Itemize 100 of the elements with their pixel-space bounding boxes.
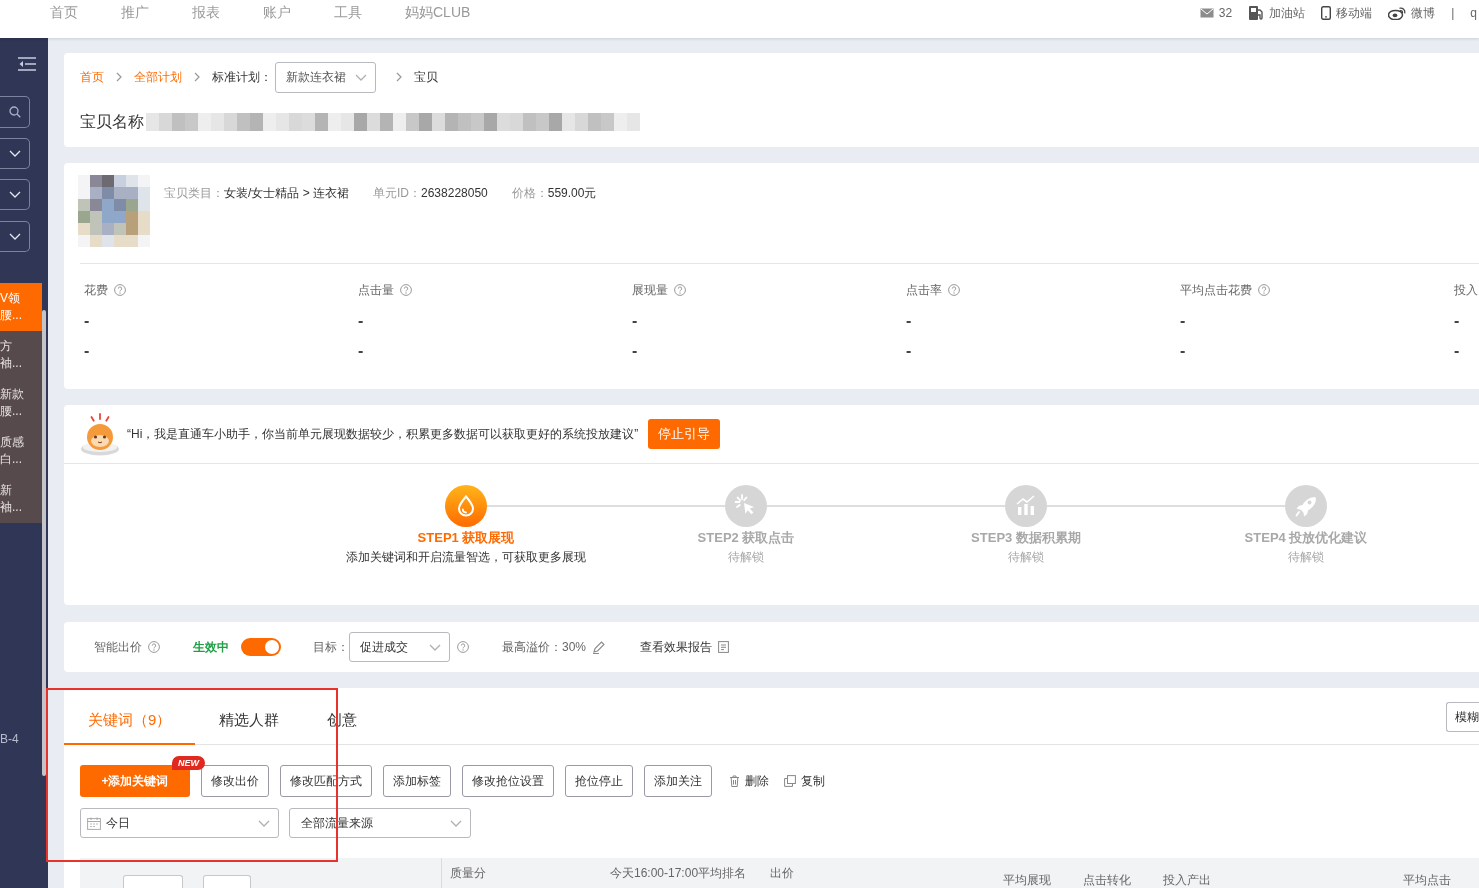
traffic-source-select[interactable]: 全部流量来源: [289, 808, 471, 838]
max-premium-text: 最高溢价：30%: [502, 639, 587, 656]
metric-value: -: [1454, 343, 1460, 359]
metric-value: -: [906, 313, 912, 329]
input-field[interactable]: [203, 875, 251, 888]
envelope-icon: [1199, 8, 1214, 18]
dropdown-field[interactable]: [0, 179, 30, 210]
photo-placeholder: [78, 175, 150, 247]
goal-label: 目标：: [313, 639, 349, 656]
chevron-down-icon: [355, 73, 367, 81]
column-header: 出价: [770, 867, 795, 879]
toolbar-button[interactable]: 抢位停止: [565, 765, 633, 797]
step-note: 添加关键词和开启流量智选，可获取更多展现: [346, 549, 586, 565]
help-icon: [457, 641, 469, 653]
tab[interactable]: 精选人群: [195, 697, 304, 745]
sidebar-item[interactable]: 新款 腰...: [0, 379, 42, 427]
step-note: 待解锁: [1288, 549, 1324, 565]
menu-toggle[interactable]: [18, 57, 36, 71]
pencil-icon: [592, 640, 606, 654]
chevron-right-icon: [194, 72, 200, 82]
trash-icon: [729, 775, 740, 787]
search-icon: [8, 106, 21, 118]
goal-select[interactable]: 促进成交: [349, 632, 450, 662]
metric-value: -: [632, 313, 638, 329]
metric-value: -: [1454, 313, 1460, 329]
social-link[interactable]: 微博: [1388, 5, 1436, 21]
report-link[interactable]: 查看效果报告: [640, 638, 713, 656]
dropdown-field[interactable]: [0, 138, 30, 169]
phone-icon: [1321, 6, 1332, 20]
metric-value: -: [1180, 313, 1186, 329]
toggle-switch[interactable]: [241, 638, 281, 656]
chevron-down-icon: [450, 819, 462, 827]
toolbar-button[interactable]: 添加关注: [644, 765, 712, 797]
metric-value: -: [906, 343, 912, 359]
delete-button[interactable]: 删除: [729, 772, 769, 790]
toolbar-button[interactable]: 添加标签: [383, 765, 451, 797]
menu-icon: [18, 57, 36, 71]
status-text: 生效中: [193, 639, 229, 656]
input-field[interactable]: [123, 875, 183, 888]
document-icon: [718, 641, 730, 653]
assistant-message: “Hi，我是直通车小助手，你当前单元展现数据较少，积累更多数据可以获取更好的系统投放建议”: [127, 426, 639, 443]
metric-value: -: [358, 313, 364, 329]
column-header: 点击转化: [1083, 874, 1132, 886]
product-info-text: 宝贝类目：女装/女士精品 > 连衣裙: [164, 186, 349, 200]
metric-label: 花费: [84, 283, 108, 297]
column-header: 质量分: [450, 867, 487, 879]
step-title: STEP4 投放优化建议: [1244, 530, 1368, 546]
column-header: 平均点击: [1403, 874, 1452, 886]
fuel-pump-icon: [1248, 5, 1265, 21]
toolbar-button[interactable]: 修改抢位设置: [462, 765, 554, 797]
mobile-link[interactable]: 移动端: [1321, 5, 1373, 21]
chevron-right-icon: [116, 72, 122, 82]
column-header: 投入产出: [1163, 874, 1212, 886]
item-title: 宝贝名称: [80, 112, 144, 132]
breadcrumb-text: 宝贝: [414, 69, 438, 86]
chevron-right-icon: [396, 72, 402, 82]
metric-label: 点击率: [906, 283, 942, 297]
metric-value: -: [84, 313, 90, 329]
messages-link[interactable]: 32: [1199, 5, 1233, 21]
fuzzy-button[interactable]: 模糊: [1446, 702, 1479, 732]
column-header: 今天16:00-17:00平均排名: [610, 867, 748, 879]
sidebar-item[interactable]: 质感 白...: [0, 427, 42, 475]
chevron-down-icon: [8, 150, 21, 157]
sidebar-item-text[interactable]: B-4: [0, 731, 19, 747]
step-note: 待解锁: [728, 549, 764, 565]
smart-bid-label: 智能出价: [94, 639, 142, 656]
date-select[interactable]: 今日: [80, 808, 279, 838]
new-badge: NEW: [172, 756, 205, 770]
step-title: STEP3 数据积累期: [971, 530, 1081, 546]
copy-icon: [784, 775, 796, 787]
product-info-text: 价格：559.00元: [511, 186, 597, 200]
dropdown-field[interactable]: [0, 221, 30, 252]
sidebar-item[interactable]: 新 袖...: [0, 475, 42, 523]
scrollbar-thumb[interactable]: [42, 310, 46, 776]
metric-value: -: [84, 343, 90, 359]
chevron-down-icon: [8, 191, 21, 198]
help-icon: [148, 641, 160, 653]
calendar-icon: [87, 816, 101, 830]
toolbar-button[interactable]: 修改出价: [201, 765, 269, 797]
search-field[interactable]: [0, 96, 30, 128]
breadcrumb-label: 标准计划：: [212, 69, 272, 86]
metric-label: 展现量: [632, 283, 668, 297]
metric-value: -: [358, 343, 364, 359]
metric-value: -: [1180, 343, 1186, 359]
chevron-down-icon: [8, 233, 21, 240]
mascot-icon: [80, 412, 120, 456]
metric-label: 平均点击花费: [1180, 283, 1252, 297]
social-logo-icon: [1388, 6, 1407, 20]
metric-value: -: [632, 343, 638, 359]
chevron-down-icon: [258, 819, 270, 827]
metric-label: 投入: [1454, 283, 1478, 297]
step-title: STEP1 获取展现: [417, 530, 515, 546]
fuel-station-link[interactable]: 加油站: [1248, 5, 1306, 21]
truncated-link-text[interactable]: q: [1470, 5, 1479, 21]
plan-select[interactable]: 新款连衣裙: [275, 61, 376, 93]
chevron-down-icon: [429, 643, 441, 651]
metric-label: 点击量: [358, 283, 394, 297]
step-title: STEP2 获取点击: [697, 530, 795, 546]
copy-button[interactable]: 复制: [784, 772, 825, 790]
sidebar-item[interactable]: 方 袖...: [0, 331, 42, 379]
